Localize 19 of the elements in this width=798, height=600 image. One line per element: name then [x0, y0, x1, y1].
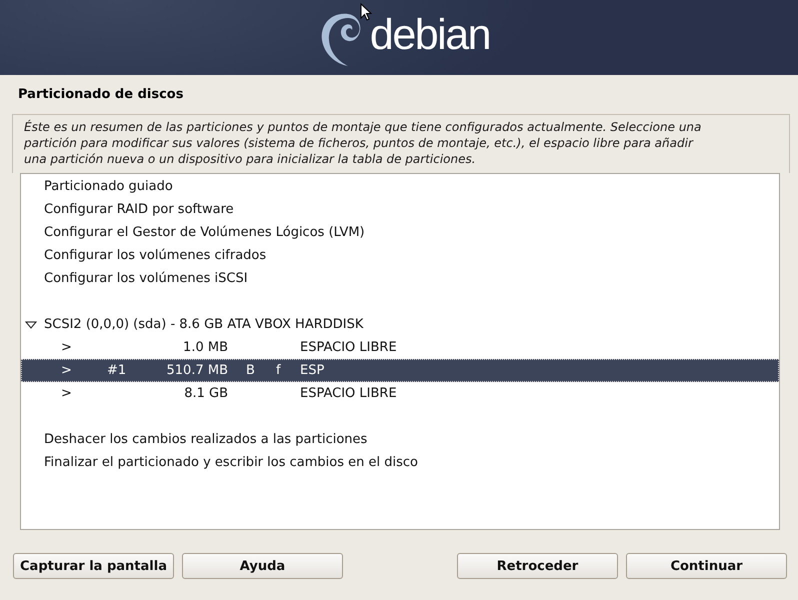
menu-item[interactable]: Configurar el Gestor de Volúmenes Lógicos (LVM) [21, 221, 779, 244]
partition-row[interactable]: > 8.1 GB ESPACIO LIBRE [21, 382, 779, 405]
menu-item[interactable]: Configurar los volúmenes cifrados [21, 244, 779, 267]
collapse-triangle-icon[interactable] [25, 320, 37, 328]
footer-button[interactable]: Capturar la pantalla [13, 553, 174, 579]
disk-row[interactable]: SCSI2 (0,0,0) (sda) - 8.6 GB ATA VBOX HARDDISK [21, 313, 779, 336]
menu-item[interactable]: Deshacer los cambios realizados a las particiones [21, 428, 779, 451]
menu-item[interactable]: Particionado guiado [21, 175, 779, 198]
partition-row[interactable]: > #1 510.7 MB B f ESP [21, 359, 779, 382]
menu-item[interactable]: Configurar los volúmenes iSCSI [21, 267, 779, 290]
footer-button[interactable]: Continuar [626, 553, 787, 579]
footer-button[interactable]: Ayuda [182, 553, 343, 579]
page-title: Particionado de discos [17, 86, 184, 104]
footer-button[interactable]: Retroceder [457, 553, 618, 579]
menu-item[interactable]: Finalizar el particionado y escribir los cambios en el disco [21, 451, 779, 474]
mouse-pointer-icon [360, 3, 372, 21]
partition-row[interactable]: > 1.0 MB ESPACIO LIBRE [21, 336, 779, 359]
menu-item[interactable]: Configurar RAID por software [21, 198, 779, 221]
logo-wordmark: debian [370, 14, 490, 57]
